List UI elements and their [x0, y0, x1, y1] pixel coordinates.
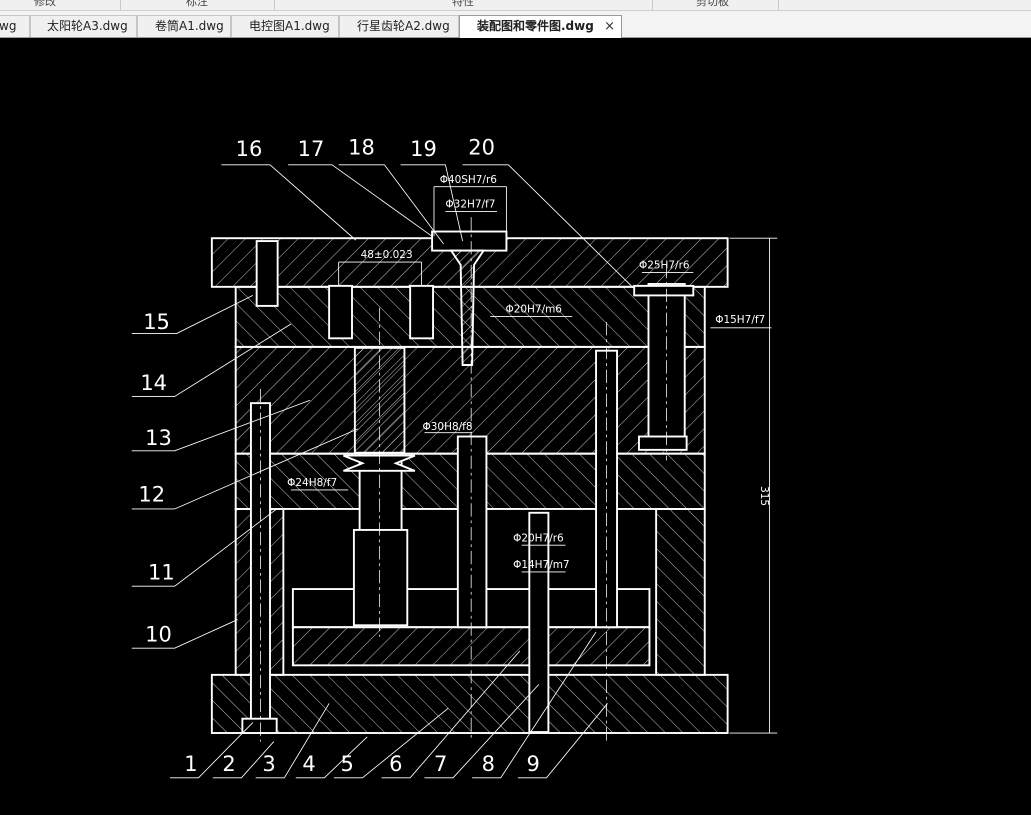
screw-mid — [409, 284, 434, 340]
file-tab[interactable]: 电控图A1.dwg — [231, 15, 339, 37]
ribbon-divider — [652, 0, 653, 10]
ribbon-divider — [120, 0, 121, 10]
ribbon-divider — [778, 0, 779, 10]
part-number: 8 — [482, 752, 495, 776]
ribbon-panel-properties[interactable]: 特性 — [452, 0, 474, 9]
ribbon-panel-clipboard[interactable]: 剪切板 — [696, 0, 729, 9]
dimension-label: Φ25H7/r6 — [639, 260, 690, 272]
ribbon-panel-modify[interactable]: 修改 — [34, 0, 56, 9]
dimension-label: Φ20H7/r6 — [513, 532, 564, 544]
dimension-label: Φ15H7/f7 — [715, 314, 765, 326]
file-tab[interactable]: wg — [0, 15, 30, 37]
drawing-canvas[interactable]: 1 2 3 4 5 6 7 8 9 10 11 12 13 14 15 16 1… — [0, 38, 1031, 815]
dimension-label: Φ14H7/m7 — [513, 559, 569, 571]
part-number: 9 — [526, 752, 539, 776]
dimension-label: Φ40SH7/r6 — [440, 174, 497, 186]
part-number: 16 — [236, 137, 263, 161]
part-number: 3 — [262, 752, 275, 776]
part-number: 6 — [389, 752, 402, 776]
bottom-clamp-plate — [210, 673, 729, 734]
dimension-label: Φ20H7/m6 — [505, 304, 561, 316]
tab-label: 太阳轮A3.dwg — [47, 19, 128, 33]
screw-left — [328, 284, 353, 340]
part-number: 15 — [143, 310, 170, 334]
part-number: 2 — [222, 752, 235, 776]
dimension-label: Φ32H7/f7 — [445, 199, 495, 211]
part-number: 7 — [434, 752, 447, 776]
sprue-puller — [456, 435, 488, 629]
part-number: 10 — [145, 622, 172, 646]
reset-pin — [528, 511, 550, 734]
tab-label: 行星齿轮A2.dwg — [357, 19, 450, 33]
assembly-drawing: 1 2 3 4 5 6 7 8 9 10 11 12 13 14 15 16 1… — [131, 135, 778, 779]
screw-1 — [241, 717, 278, 734]
tab-label: 电控图A1.dwg — [249, 19, 330, 33]
locating-ring — [431, 230, 508, 252]
file-tab[interactable]: 行星齿轮A2.dwg — [339, 15, 459, 37]
part-number: 18 — [348, 135, 375, 159]
part-number: 14 — [140, 371, 167, 395]
dimension-label: 48±0.023 — [361, 249, 413, 261]
file-tab-bar: wg 太阳轮A3.dwg 卷筒A1.dwg 电控图A1.dwg 行星齿轮A2.d… — [0, 11, 1031, 38]
ribbon-panel-annotate[interactable]: 标注 — [186, 0, 208, 9]
part-number: 1 — [184, 752, 197, 776]
dimension-label: 315 — [758, 486, 770, 506]
part-number: 4 — [302, 752, 315, 776]
dimension-label: Φ24H8/f7 — [287, 477, 337, 489]
core-pin — [352, 528, 409, 627]
ribbon-panel-strip: 修改 标注 特性 剪切板 — [0, 0, 1031, 11]
file-tab-active[interactable]: 装配图和零件图.dwg × — [459, 15, 622, 38]
part-number: 19 — [410, 137, 437, 161]
part-number: 12 — [138, 482, 165, 506]
file-tab[interactable]: 太阳轮A3.dwg — [30, 15, 137, 37]
tab-label: 装配图和零件图.dwg — [477, 19, 594, 33]
spacer-block-right — [655, 508, 706, 676]
dimension-label: Φ30H8/f8 — [423, 421, 473, 433]
close-icon[interactable]: × — [604, 16, 615, 37]
ribbon-divider — [274, 0, 275, 10]
guide-pin-head — [638, 435, 688, 451]
part-number: 20 — [468, 135, 495, 159]
guide-bushing — [633, 284, 695, 297]
tab-label: 卷筒A1.dwg — [155, 19, 224, 33]
file-tab[interactable]: 卷筒A1.dwg — [137, 15, 231, 37]
part-number: 13 — [145, 426, 172, 450]
part-number: 5 — [341, 752, 354, 776]
screw-15 — [255, 240, 279, 307]
part-number: 11 — [148, 561, 175, 585]
part-number: 17 — [298, 137, 325, 161]
tab-label: wg — [0, 19, 17, 33]
